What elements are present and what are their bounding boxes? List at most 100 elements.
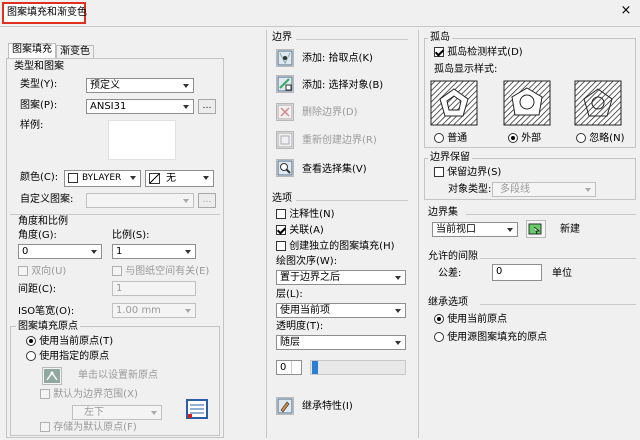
boundary-divider — [296, 39, 408, 40]
iso-value: 1.00 mm — [116, 305, 161, 316]
island-normal-label: 普通 — [447, 133, 468, 144]
store-default-checkbox[interactable]: 存储为默认原点(F) — [40, 421, 137, 435]
annotative-check[interactable] — [276, 209, 286, 219]
origin-preview-icon — [186, 398, 208, 420]
add-select-label[interactable]: 添加: 选择对象(B) — [302, 79, 383, 93]
new-boundary-set-button[interactable] — [526, 220, 546, 238]
boundary-set-select[interactable]: 当前视口 — [432, 222, 518, 237]
island-normal-preview[interactable] — [430, 80, 478, 126]
relative-check[interactable] — [112, 266, 122, 276]
custom-browse-button[interactable]: … — [198, 193, 216, 208]
origin-current-dot[interactable] — [26, 336, 36, 346]
double-checkbox[interactable]: 双向(U) — [18, 265, 66, 279]
island-outer-preview[interactable] — [503, 80, 551, 126]
slider-thumb[interactable] — [312, 361, 318, 374]
object-type-select[interactable]: 多段线 — [492, 182, 596, 197]
add-pick-label[interactable]: 添加: 拾取点(K) — [302, 52, 373, 66]
origin-specified-dot[interactable] — [26, 351, 36, 361]
select-objects-icon — [277, 76, 293, 92]
custom-pattern-select[interactable] — [86, 193, 194, 208]
retain-section-title: 边界保留 — [428, 151, 472, 165]
inherit-source-radio[interactable]: 使用源图案填充的原点 — [434, 331, 547, 345]
inherit-brush-icon — [277, 398, 293, 414]
inherit-properties-button[interactable] — [276, 397, 294, 415]
type-label: 类型(Y): — [20, 79, 58, 90]
iso-select[interactable]: 1.00 mm — [112, 303, 196, 318]
color-select[interactable]: BYLAYER — [64, 170, 141, 187]
inherit-source-dot[interactable] — [434, 332, 444, 342]
background-color-select[interactable]: 无 — [145, 170, 214, 187]
default-extents-checkbox[interactable]: 默认为边界范围(X) — [40, 388, 138, 402]
pick-point-icon — [277, 50, 293, 66]
tab-hatch[interactable]: 图案填充 — [8, 43, 56, 59]
annotative-label: 注释性(N) — [289, 209, 335, 220]
angle-section-title: 角度和比例 — [18, 216, 68, 227]
tab-gradient[interactable]: 渐变色 — [56, 45, 94, 59]
draw-order-select[interactable]: 置于边界之后 — [276, 270, 406, 285]
island-ignore-dot[interactable] — [576, 133, 586, 143]
island-ignore-preview[interactable] — [574, 80, 622, 126]
iso-label: ISO笔宽(O): — [18, 306, 75, 317]
annotative-checkbox[interactable]: 注释性(N) — [276, 208, 334, 222]
middle-divider — [266, 30, 267, 438]
type-select[interactable]: 预定义 — [86, 78, 194, 93]
pattern-section-title: 类型和图案 — [14, 61, 64, 72]
pattern-value: ANSI31 — [90, 101, 127, 112]
island-section-title: 孤岛 — [428, 31, 452, 45]
origin-current-radio[interactable]: 使用当前原点(T) — [26, 335, 113, 349]
island-outer-radio[interactable]: 外部 — [508, 132, 541, 146]
spinner-icon[interactable] — [291, 361, 301, 374]
chevron-down-icon — [183, 305, 194, 316]
origin-specified-radio[interactable]: 使用指定的原点 — [26, 350, 109, 364]
separate-hatch-check[interactable] — [276, 241, 286, 251]
new-boundary-set-label: 新建 — [560, 224, 580, 235]
type-value: 预定义 — [90, 80, 120, 91]
relative-paper-checkbox[interactable]: 与图纸空间有关(E) — [112, 265, 209, 279]
remove-boundary-button[interactable] — [276, 103, 294, 121]
associative-check[interactable] — [276, 225, 286, 235]
double-check[interactable] — [18, 266, 28, 276]
add-pick-button[interactable] — [276, 49, 294, 67]
island-normal-radio[interactable]: 普通 — [434, 132, 467, 146]
view-selection-button[interactable] — [276, 159, 294, 177]
chevron-down-icon — [505, 224, 516, 235]
recreate-boundary-label[interactable]: 重新创建边界(R) — [302, 134, 377, 148]
layer-select[interactable]: 使用当前项 — [276, 303, 406, 318]
store-default-check[interactable] — [40, 422, 50, 432]
retain-boundary-check[interactable] — [434, 167, 444, 177]
angle-select[interactable]: 0 — [18, 244, 102, 259]
chevron-down-icon — [393, 272, 404, 283]
retain-boundary-checkbox[interactable]: 保留边界(S) — [434, 166, 501, 180]
origin-position-select[interactable]: 左下 — [72, 405, 162, 420]
transparency-input[interactable]: 0 — [276, 360, 302, 375]
boundary-set-section-title: 边界集 — [428, 207, 458, 218]
pattern-swatch[interactable] — [108, 120, 176, 160]
island-ignore-radio[interactable]: 忽略(N) — [576, 132, 624, 146]
transparency-select[interactable]: 随层 — [276, 335, 406, 350]
spacing-input[interactable]: 1 — [112, 281, 196, 296]
inherit-current-dot[interactable] — [434, 314, 444, 324]
pattern-select[interactable]: ANSI31 — [86, 99, 194, 114]
island-normal-dot[interactable] — [434, 133, 444, 143]
view-selection-label[interactable]: 查看选择集(V) — [302, 163, 367, 177]
island-detect-check[interactable] — [434, 47, 444, 57]
island-outer-dot[interactable] — [508, 133, 518, 143]
recreate-boundary-button[interactable] — [276, 131, 294, 149]
chevron-down-icon — [128, 172, 139, 183]
close-icon[interactable]: × — [618, 3, 634, 19]
inherit-properties-label[interactable]: 继承特性(I) — [302, 400, 353, 414]
pattern-browse-button[interactable]: … — [198, 99, 216, 114]
color-label: 颜色(C): — [20, 172, 59, 183]
set-origin-button[interactable] — [42, 367, 62, 385]
scale-select[interactable]: 1 — [112, 244, 196, 259]
transparency-slider[interactable] — [310, 360, 406, 375]
remove-boundary-label[interactable]: 删除边界(D) — [302, 106, 358, 120]
default-extents-check[interactable] — [40, 389, 50, 399]
add-select-button[interactable] — [276, 75, 294, 93]
island-ignore-label: 忽略(N) — [589, 133, 625, 144]
inherit-current-radio[interactable]: 使用当前原点 — [434, 313, 507, 327]
associative-checkbox[interactable]: 关联(A) — [276, 224, 324, 238]
tolerance-input[interactable]: 0 — [492, 264, 542, 281]
island-detect-checkbox[interactable]: 孤岛检测样式(D) — [434, 46, 523, 60]
separate-hatch-checkbox[interactable]: 创建独立的图案填充(H) — [276, 240, 395, 254]
